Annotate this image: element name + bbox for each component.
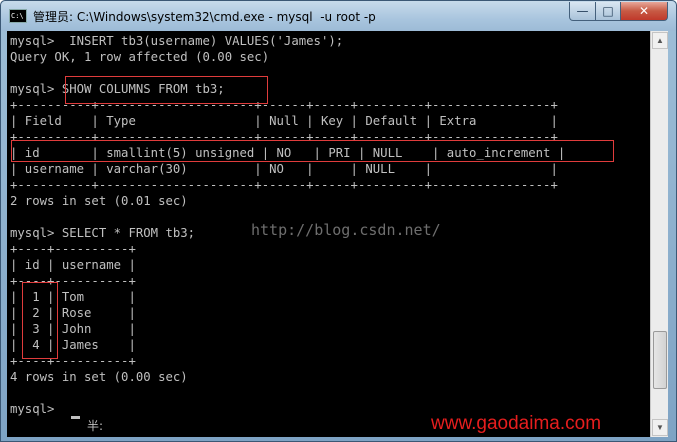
text-cursor xyxy=(71,416,80,419)
highlight-box-id-values xyxy=(22,282,58,359)
blog-url-watermark: http://blog.csdn.net/ xyxy=(251,221,441,239)
console-line: | Field | Type | Null | Key | Default | … xyxy=(10,114,558,128)
console-line: mysql> SELECT * FROM tb3; xyxy=(10,226,196,240)
scroll-down-icon[interactable]: ▼ xyxy=(652,419,668,436)
window-title: 管理员: C:\Windows\system32\cmd.exe - mysql… xyxy=(33,10,376,24)
vertical-scrollbar[interactable]: ▲ ▼ xyxy=(650,31,668,437)
ime-indicator: 半: xyxy=(87,419,104,433)
console-output[interactable]: mysql> INSERT tb3(username) VALUES('Jame… xyxy=(7,31,650,437)
console-line: mysql> INSERT tb3(username) VALUES('Jame… xyxy=(10,34,344,48)
console-line: | username | varchar(30) | NO | | NULL |… xyxy=(10,162,558,176)
cmd-window: C:\ 管理员: C:\Windows\system32\cmd.exe - m… xyxy=(0,0,677,442)
highlight-box-id-row xyxy=(11,140,614,162)
console-prompt: mysql> xyxy=(10,402,62,416)
console-line: | id | username | xyxy=(10,258,136,272)
console-line: Query OK, 1 row affected (0.00 sec) xyxy=(10,50,270,64)
scroll-up-icon[interactable]: ▲ xyxy=(652,32,668,49)
maximize-button[interactable]: □ xyxy=(595,2,621,21)
console-line: +----------+---------------------+------… xyxy=(10,178,558,192)
console-line: 2 rows in set (0.01 sec) xyxy=(10,194,188,208)
close-button[interactable]: ✕ xyxy=(620,2,668,21)
brand-watermark: www.gaodaima.com xyxy=(431,413,602,434)
scroll-thumb[interactable] xyxy=(653,331,667,389)
console-line: 4 rows in set (0.00 sec) xyxy=(10,370,188,384)
highlight-box-show-columns xyxy=(65,76,268,104)
cmd-icon[interactable]: C:\ xyxy=(9,9,27,23)
minimize-button[interactable]: — xyxy=(569,2,596,21)
console-line: +----+----------+ xyxy=(10,242,136,256)
title-bar[interactable]: C:\ 管理员: C:\Windows\system32\cmd.exe - m… xyxy=(1,1,676,31)
